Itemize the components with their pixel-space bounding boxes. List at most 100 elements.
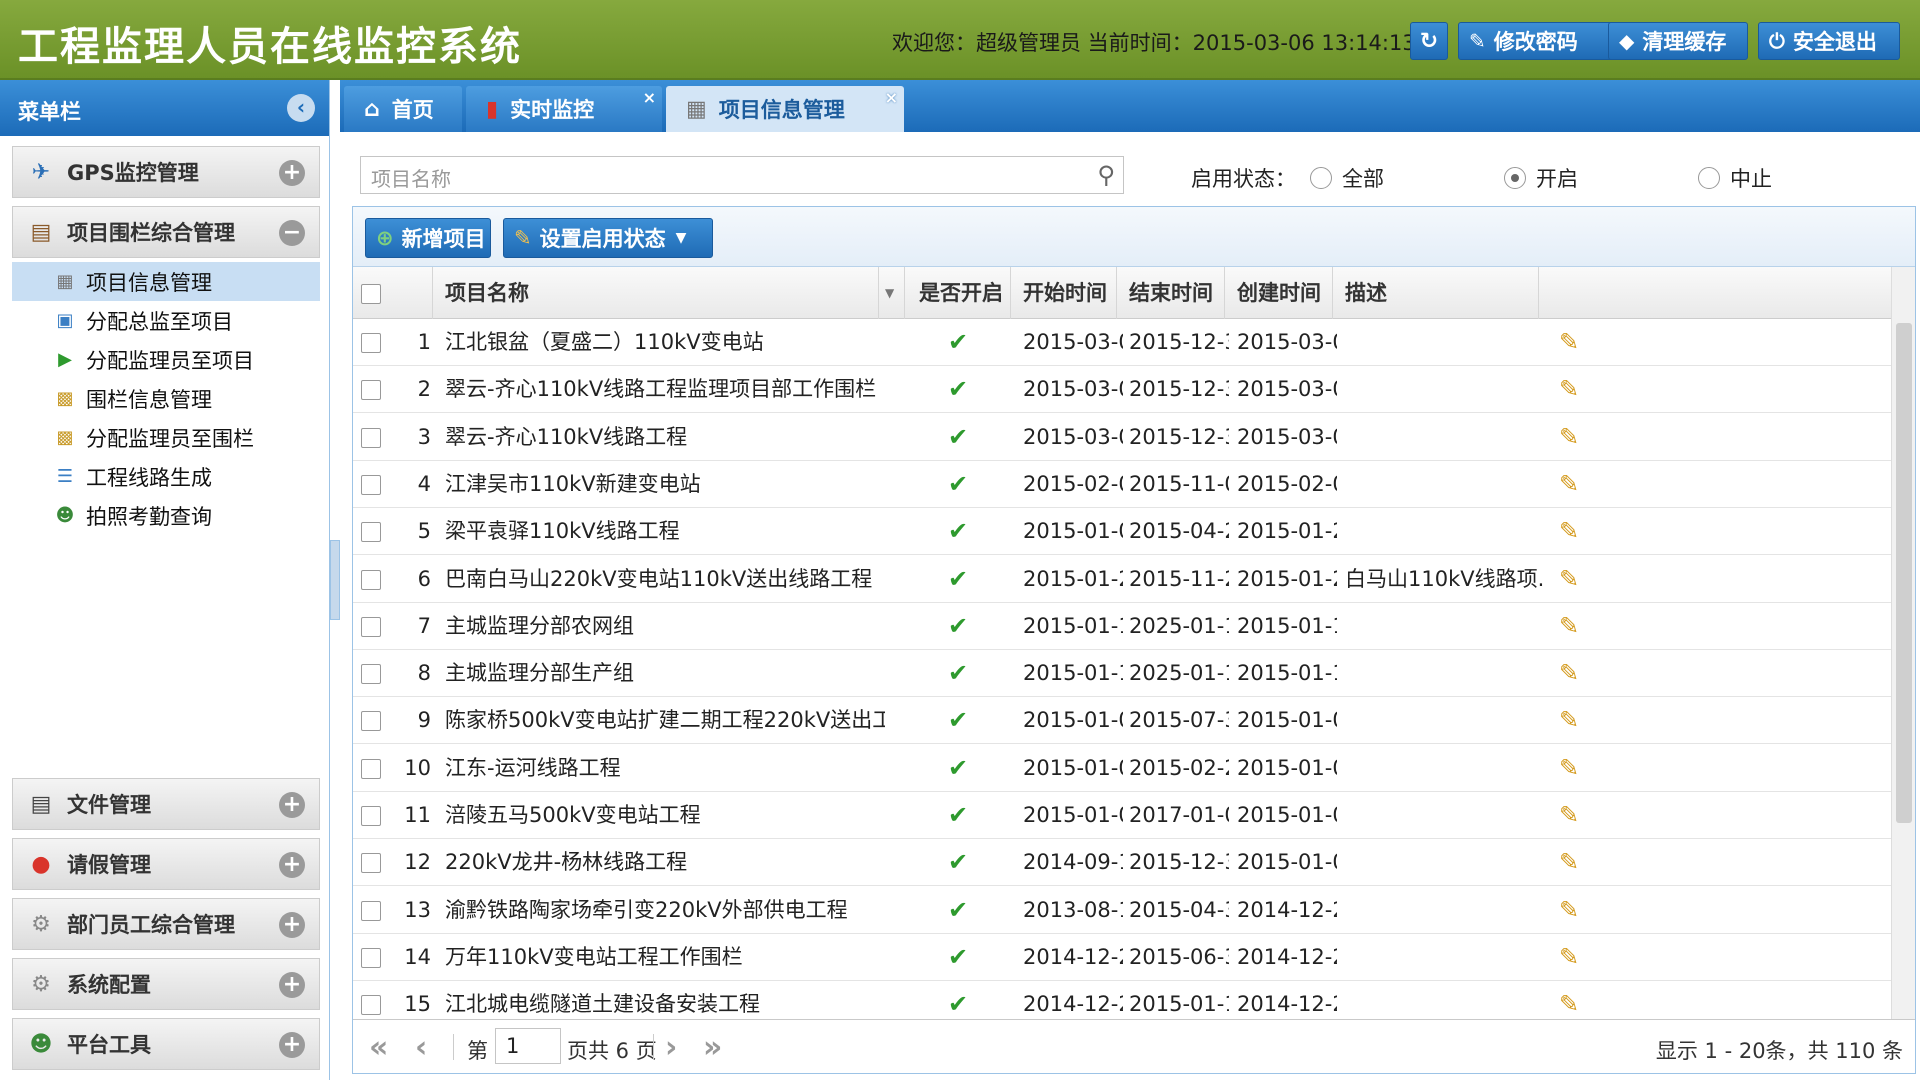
col-header-start[interactable]: 开始时间 bbox=[1011, 267, 1117, 319]
project-name-cell: 主城监理分部生产组 bbox=[445, 661, 634, 686]
refresh-button[interactable]: ↻ bbox=[1410, 22, 1448, 60]
add-project-button[interactable]: ⊕ 新增项目 bbox=[365, 218, 491, 258]
status-radio-stopped[interactable]: 中止 bbox=[1698, 163, 1772, 193]
logout-button[interactable]: ⏻ 安全退出 bbox=[1758, 22, 1900, 60]
menu-group-project-fence[interactable]: ▤ 项目围栏综合管理 − bbox=[12, 206, 320, 258]
set-status-button[interactable]: ✎ 设置启用状态 ▼ bbox=[503, 218, 713, 258]
edit-pencil-icon[interactable]: ✎ bbox=[1559, 603, 1589, 650]
menu-group-system-config[interactable]: ⚙ 系统配置 + bbox=[12, 958, 320, 1010]
edit-pencil-icon[interactable]: ✎ bbox=[1559, 461, 1589, 508]
edit-pencil-icon[interactable]: ✎ bbox=[1559, 650, 1589, 697]
table-row[interactable]: 10 江东-运河线路工程 ✔ 2015-01-062015-02-28 2015-01-… bbox=[353, 745, 1893, 792]
scrollbar-thumb[interactable] bbox=[1896, 323, 1912, 823]
next-page-button[interactable]: › bbox=[665, 1030, 677, 1065]
menu-group-platform-tools[interactable]: ☻ 平台工具 + bbox=[12, 1018, 320, 1070]
collapse-sidebar-button[interactable]: ‹ bbox=[287, 94, 315, 122]
col-header-end[interactable]: 结束时间 bbox=[1117, 267, 1225, 319]
edit-pencil-icon[interactable]: ✎ bbox=[1559, 508, 1589, 555]
row-checkbox[interactable] bbox=[361, 664, 381, 685]
edit-pencil-icon[interactable]: ✎ bbox=[1559, 745, 1589, 792]
row-checkbox[interactable] bbox=[361, 616, 381, 637]
menu-group-gps[interactable]: ✈ GPS监控管理 + bbox=[12, 146, 320, 198]
description-cell bbox=[1345, 887, 1545, 934]
sidebar-splitter[interactable] bbox=[330, 540, 340, 620]
menu-group-leave[interactable]: ● 请假管理 + bbox=[12, 838, 320, 890]
row-checkbox[interactable] bbox=[361, 522, 381, 543]
edit-pencil-icon[interactable]: ✎ bbox=[1559, 414, 1589, 461]
submenu-item-assign-supervisor-project[interactable]: ▶ 分配监理员至项目 bbox=[12, 340, 320, 379]
table-row[interactable]: 1江北银盆（夏盛二）110kV变电站✔2015-03-022015-12-312… bbox=[353, 319, 1893, 366]
radio-circle bbox=[1698, 167, 1720, 189]
table-row[interactable]: 4 江津吴市110kV新建变电站 ✔ 2015-02-012015-11-04 2015… bbox=[353, 461, 1893, 508]
table-row[interactable]: 7主城监理分部农网组✔2015-01-162025-01-162015-01-1… bbox=[353, 603, 1893, 650]
clear-cache-button[interactable]: ◆ 清理缓存 bbox=[1608, 22, 1748, 60]
edit-pencil-icon[interactable]: ✎ bbox=[1559, 792, 1589, 839]
table-row[interactable]: 3翠云-齐心110kV线路工程✔2015-03-022015-12-312015… bbox=[353, 414, 1893, 461]
submenu-item-route-generate[interactable]: ☰ 工程线路生成 bbox=[12, 457, 320, 496]
row-checkbox[interactable] bbox=[361, 947, 381, 968]
row-checkbox[interactable] bbox=[361, 853, 381, 874]
change-password-button[interactable]: ✎ 修改密码 bbox=[1458, 22, 1616, 60]
col-header-enabled[interactable]: 是否开启 bbox=[905, 267, 1011, 319]
select-all-checkbox[interactable] bbox=[361, 284, 381, 304]
row-checkbox[interactable] bbox=[361, 900, 381, 921]
row-checkbox[interactable] bbox=[361, 995, 381, 1016]
row-checkbox[interactable] bbox=[361, 380, 381, 401]
edit-pencil-icon[interactable]: ✎ bbox=[1559, 697, 1589, 744]
edit-pencil-icon[interactable]: ✎ bbox=[1559, 366, 1589, 413]
row-number: 1 bbox=[417, 330, 431, 354]
table-row[interactable]: 9陈家桥500kV变电站扩建二期工程220kV送出工程✔2015-01-0520… bbox=[353, 697, 1893, 745]
status-radio-all[interactable]: 全部 bbox=[1310, 163, 1384, 193]
created-date-cell: 2015-01-05 bbox=[1237, 755, 1337, 780]
last-page-button[interactable]: » bbox=[703, 1030, 722, 1065]
submenu-item-assign-supervisor-fence[interactable]: ▩ 分配监理员至围栏 bbox=[12, 418, 320, 457]
table-row[interactable]: 2翠云-齐心110kV线路工程监理项目部工作围栏✔2015-03-022015-… bbox=[353, 366, 1893, 414]
table-row[interactable]: 12 220kV龙井-杨林线路工程 ✔ 2014-09-162015-12-31 201… bbox=[353, 839, 1893, 887]
row-checkbox[interactable] bbox=[361, 758, 381, 779]
column-menu-icon[interactable]: ▼ bbox=[879, 267, 905, 319]
menu-group-department[interactable]: ⚙ 部门员工综合管理 + bbox=[12, 898, 320, 950]
table-row[interactable]: 13 渝黔铁路陶家场牵引变220kV外部供电工程 ✔ 2013-08-102015-0… bbox=[353, 887, 1893, 934]
edit-pencil-icon[interactable]: ✎ bbox=[1559, 887, 1589, 934]
table-row[interactable]: 5 梁平袁驿110kV线路工程 ✔ 2015-01-012015-04-28 2015-… bbox=[353, 508, 1893, 556]
row-checkbox[interactable] bbox=[361, 474, 381, 495]
close-tab-icon[interactable]: × bbox=[643, 88, 656, 107]
submenu-item-fence-info[interactable]: ▩ 围栏信息管理 bbox=[12, 379, 320, 418]
edit-pencil-icon[interactable]: ✎ bbox=[1559, 319, 1589, 366]
prev-page-button[interactable]: ‹ bbox=[415, 1030, 427, 1065]
col-header-name[interactable]: 项目名称 bbox=[433, 267, 879, 319]
tab-project-info[interactable]: ▦ 项目信息管理 × bbox=[666, 86, 904, 132]
row-checkbox[interactable] bbox=[361, 569, 381, 590]
edit-pencil-icon[interactable]: ✎ bbox=[1559, 556, 1589, 603]
tab-home[interactable]: ⌂ 首页 bbox=[344, 86, 462, 132]
submenu-item-project-info[interactable]: ▦ 项目信息管理 bbox=[12, 262, 320, 301]
start-date-cell: 2014-09-16 bbox=[1023, 850, 1123, 875]
status-radio-enabled[interactable]: 开启 bbox=[1504, 163, 1578, 193]
submenu-item-assign-director[interactable]: ▣ 分配总监至项目 bbox=[12, 301, 320, 340]
row-checkbox[interactable] bbox=[361, 427, 381, 448]
project-search-input[interactable]: 项目名称 ⚲ bbox=[360, 156, 1124, 194]
page-number-input[interactable]: 1 bbox=[495, 1028, 561, 1064]
search-icon[interactable]: ⚲ bbox=[1097, 161, 1115, 189]
row-checkbox[interactable] bbox=[361, 806, 381, 826]
col-header-desc[interactable]: 描述 bbox=[1333, 267, 1539, 319]
table-row[interactable]: 14万年110kV变电站工程工作围栏✔2014-12-292015-06-302… bbox=[353, 934, 1893, 981]
enabled-check-icon: ✔ bbox=[947, 659, 969, 688]
col-header-created[interactable]: 创建时间 bbox=[1225, 267, 1333, 319]
row-checkbox[interactable] bbox=[361, 333, 381, 353]
row-checkbox[interactable] bbox=[361, 711, 381, 732]
table-row[interactable]: 15江北城电缆隧道土建设备安装工程✔2014-12-292015-01-1520… bbox=[353, 981, 1893, 1019]
close-tab-icon[interactable]: × bbox=[885, 88, 898, 107]
edit-pencil-icon[interactable]: ✎ bbox=[1559, 934, 1589, 981]
table-row[interactable]: 11涪陵五马500kV变电站工程✔2015-01-052017-01-05201… bbox=[353, 792, 1893, 839]
tab-realtime-monitor[interactable]: ▮ 实时监控 × bbox=[466, 86, 662, 132]
submenu-item-photo-attendance[interactable]: ☻ 拍照考勤查询 bbox=[12, 496, 320, 535]
edit-pencil-icon[interactable]: ✎ bbox=[1559, 981, 1589, 1019]
vertical-scrollbar[interactable] bbox=[1891, 267, 1915, 1019]
menu-group-files[interactable]: ▤ 文件管理 + bbox=[12, 778, 320, 830]
table-row[interactable]: 8主城监理分部生产组✔2015-01-162025-01-162015-01-1… bbox=[353, 650, 1893, 698]
edit-pencil-icon[interactable]: ✎ bbox=[1559, 839, 1589, 886]
table-row[interactable]: 6巴南白马山220kV变电站110kV送出线路工程✔2015-01-262015… bbox=[353, 556, 1893, 603]
menu-group-label: 部门员工综合管理 bbox=[67, 913, 235, 937]
first-page-button[interactable]: « bbox=[369, 1030, 388, 1065]
